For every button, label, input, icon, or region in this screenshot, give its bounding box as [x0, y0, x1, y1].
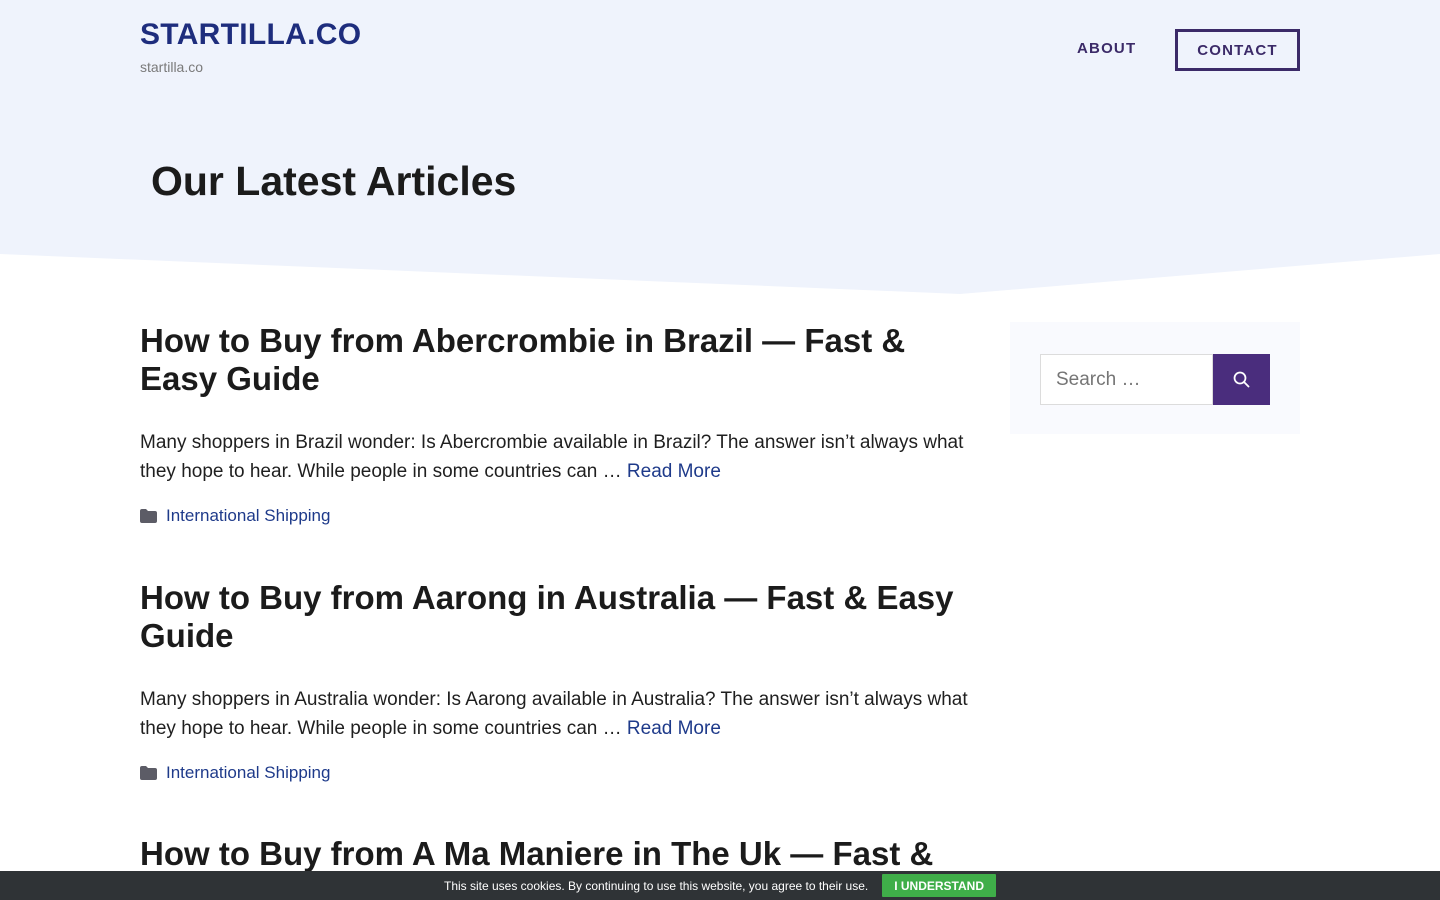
- article-meta: International Shipping: [140, 763, 980, 783]
- cookie-accept-button[interactable]: I UNDERSTAND: [882, 874, 996, 897]
- search-input[interactable]: [1040, 354, 1213, 405]
- article-list: How to Buy from Abercrombie in Brazil — …: [140, 322, 980, 873]
- cookie-message: This site uses cookies. By continuing to…: [443, 878, 869, 893]
- folder-icon: [140, 766, 157, 780]
- article-title-link[interactable]: How to Buy from A Ma Maniere in The Uk —…: [140, 835, 980, 873]
- site-title-link[interactable]: STARTILLA.CO: [140, 18, 361, 52]
- nav-contact-button[interactable]: CONTACT: [1175, 29, 1300, 71]
- read-more-link[interactable]: Read More: [627, 718, 721, 739]
- category-link[interactable]: International Shipping: [166, 763, 330, 783]
- page-title: Our Latest Articles: [151, 158, 517, 204]
- article-excerpt: Many shoppers in Brazil wonder: Is Aberc…: [140, 429, 980, 486]
- search-icon: [1233, 371, 1250, 388]
- excerpt-text: Many shoppers in Australia wonder: Is Aa…: [140, 689, 968, 739]
- read-more-link[interactable]: Read More: [627, 461, 721, 482]
- site-tagline: startilla.co: [140, 59, 204, 75]
- article-meta: International Shipping: [140, 506, 980, 526]
- search-widget: [1010, 322, 1300, 434]
- excerpt-text: Many shoppers in Brazil wonder: Is Aberc…: [140, 432, 964, 482]
- folder-icon: [140, 509, 157, 523]
- article-title-link[interactable]: How to Buy from Abercrombie in Brazil — …: [140, 322, 980, 398]
- article-title-link[interactable]: How to Buy from Aarong in Australia — Fa…: [140, 579, 980, 655]
- article-excerpt: Many shoppers in Australia wonder: Is Aa…: [140, 686, 980, 743]
- article-item: How to Buy from Aarong in Australia — Fa…: [140, 579, 980, 835]
- cookie-consent-bar: This site uses cookies. By continuing to…: [0, 871, 1440, 900]
- nav-about-link[interactable]: ABOUT: [1077, 40, 1136, 57]
- category-link[interactable]: International Shipping: [166, 506, 330, 526]
- site-header: STARTILLA.CO startilla.co ABOUT CONTACT: [140, 0, 1300, 100]
- article-item: How to Buy from A Ma Maniere in The Uk —…: [140, 835, 980, 873]
- search-button[interactable]: [1213, 354, 1270, 405]
- article-item: How to Buy from Abercrombie in Brazil — …: [140, 322, 980, 579]
